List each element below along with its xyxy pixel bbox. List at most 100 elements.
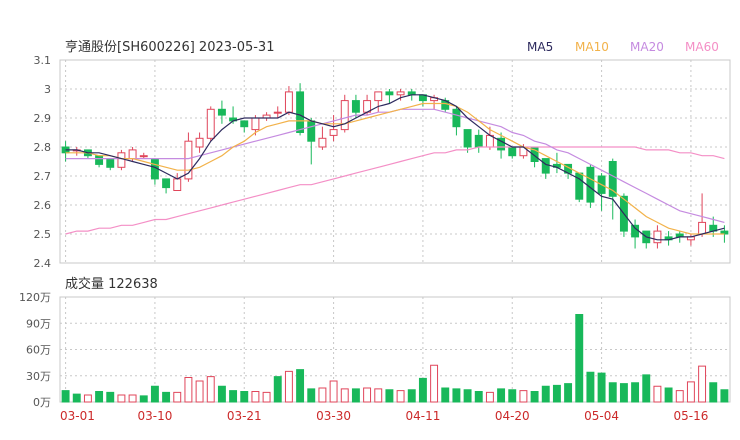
date-tick-label: 04-11 (405, 409, 440, 423)
candle-body (95, 155, 104, 165)
candle-body (307, 120, 316, 142)
volume-bar (195, 380, 204, 403)
candle-body (106, 158, 115, 168)
volume-bar (430, 364, 439, 403)
price-tick-label: 3.1 (34, 54, 52, 67)
legend-ma10: MA10 (575, 40, 609, 54)
volume-bar (597, 372, 606, 403)
volume-bar (619, 383, 628, 403)
candle-body (541, 158, 550, 174)
legend-ma5: MA5 (527, 40, 553, 54)
candle-body (653, 230, 662, 244)
volume-bar (396, 390, 405, 403)
volume-bar (519, 390, 528, 403)
candle-body (162, 178, 171, 189)
candle-body (329, 129, 338, 136)
legend-ma20: MA20 (630, 40, 664, 54)
volume-bar (686, 381, 695, 403)
volume-bar (229, 390, 238, 403)
volume-bar (240, 391, 249, 403)
volume-bar (262, 391, 271, 403)
volume-bar (217, 385, 226, 403)
volume-tick-label: 120万 (19, 291, 51, 304)
price-tick-label: 2.5 (34, 228, 52, 241)
candle-body (173, 178, 182, 191)
volume-bar (497, 388, 506, 403)
candle-body (508, 146, 517, 157)
price-tick-label: 2.8 (34, 141, 52, 154)
date-tick-label: 03-30 (316, 409, 351, 423)
date-tick-label: 05-04 (584, 409, 619, 423)
candle-body (474, 134, 483, 148)
chart-title: 亨通股份[SH600226] 2023-05-31 (65, 39, 274, 55)
candle-body (385, 91, 394, 96)
date-axis: 03-01 03-10 03-21 03-30 04-11 04-20 05-04 05-16… (60, 409, 708, 423)
volume-bar (61, 390, 70, 403)
volume-bar (720, 389, 729, 403)
legend-ma60: MA60 (685, 40, 719, 54)
volume-bar (642, 374, 651, 403)
volume-bar (284, 370, 293, 403)
candle-body (631, 224, 640, 238)
volume-tick-label: 30万 (26, 370, 51, 383)
volume-bar (653, 385, 662, 403)
volume-bar (463, 389, 472, 403)
volume-bar (128, 394, 137, 403)
candle-body (463, 129, 472, 148)
volume-y-axis: 0万 30万 60万 90万 120万 (19, 291, 51, 409)
volume-bar (83, 394, 92, 403)
volume-bar (631, 382, 640, 403)
price-tick-label: 2.4 (34, 257, 52, 270)
candle-body (396, 91, 405, 96)
candle-body (206, 108, 215, 139)
volume-bar (351, 388, 360, 403)
candle-body (139, 155, 148, 158)
candle-body (117, 152, 126, 168)
volume-bar (117, 394, 126, 403)
candle-body (240, 120, 249, 128)
volume-bar (206, 376, 215, 403)
volume-bar (709, 382, 718, 403)
volume-bar (139, 395, 148, 403)
candle-body (351, 100, 360, 113)
date-tick-label: 04-20 (495, 409, 530, 423)
candle-body (195, 137, 204, 148)
volume-bar (575, 314, 584, 403)
volume-bar (307, 388, 316, 403)
volume-bar (95, 391, 104, 403)
date-tick-label: 03-10 (137, 409, 172, 423)
price-tick-label: 2.6 (34, 199, 52, 212)
price-tick-label: 3 (44, 83, 51, 96)
volume-bar (485, 391, 494, 403)
date-tick-label: 05-16 (673, 409, 708, 423)
candle-body (284, 91, 293, 113)
volume-title: 成交量 122638 (65, 276, 158, 292)
candle-body (586, 166, 595, 203)
candle-body (273, 111, 282, 114)
volume-bar (150, 385, 159, 403)
volume-bar (675, 390, 684, 403)
candle-body (217, 108, 226, 116)
volume-bar (552, 384, 561, 403)
candle-body (296, 91, 305, 133)
volume-bar (530, 391, 539, 403)
candle-body (251, 117, 260, 131)
price-y-axis: 2.4 2.5 2.6 2.7 2.8 2.9 3 3.1 (34, 54, 52, 270)
volume-bar (664, 387, 673, 403)
candle-body (374, 91, 383, 102)
volume-bar (72, 393, 81, 403)
volume-bar (698, 365, 707, 403)
volume-bar (162, 391, 171, 403)
volume-bar (106, 391, 115, 403)
volume-bars (61, 314, 729, 403)
volume-bar (452, 388, 461, 403)
stock-chart: 亨通股份[SH600226] 2023-05-31 MA5 MA10 MA20 … (0, 0, 740, 440)
volume-bar (407, 389, 416, 403)
volume-bar (564, 383, 573, 403)
volume-bar (184, 377, 193, 403)
ma-legend: MA5 MA10 MA20 MA60 (527, 40, 719, 54)
volume-bar (441, 387, 450, 403)
price-panel-frame (59, 59, 731, 264)
volume-bar (608, 382, 617, 403)
volume-bar (363, 387, 372, 403)
